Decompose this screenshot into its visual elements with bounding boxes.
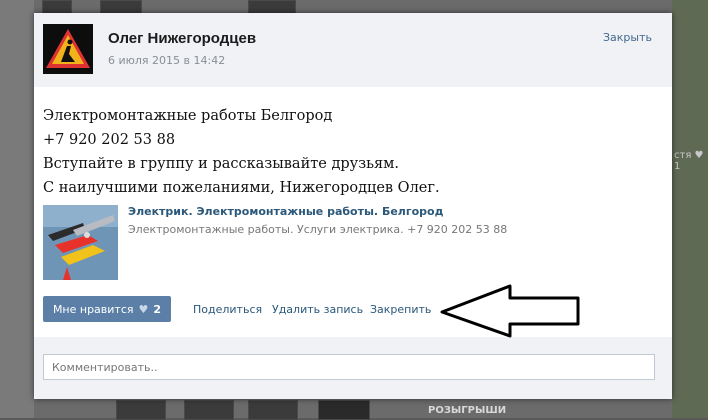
background-thumbnail [184, 400, 234, 420]
background-thumbnail [248, 0, 296, 14]
background-thumbnail [318, 400, 370, 420]
like-button[interactable]: Мне нравится ♥ 2 [43, 296, 171, 322]
like-count: 2 [153, 302, 162, 316]
post-modal: Олег Нижегородцев 6 июля 2015 в 14:42 За… [34, 13, 672, 399]
close-button[interactable]: Закрыть [603, 31, 652, 44]
post-text-line: Электромонтажные работы Белгород [43, 108, 333, 124]
post-author-name[interactable]: Олег Нижегородцев [108, 30, 256, 47]
attachment-title-link[interactable]: Электрик. Электромонтажные работы. Белго… [128, 205, 443, 218]
pliers-icon [43, 205, 118, 280]
post-header: Олег Нижегородцев 6 июля 2015 в 14:42 За… [34, 13, 672, 87]
post-text-line: +7 920 202 53 88 [43, 132, 176, 148]
attachment-thumbnail[interactable] [43, 205, 118, 280]
background-left-column [0, 0, 34, 418]
comment-area [34, 337, 672, 399]
background-thumbnail [42, 0, 72, 14]
attachment-description: Электромонтажные работы. Услуги электрик… [128, 223, 508, 236]
background-thumbnail [100, 0, 142, 14]
background-thumbnail [248, 400, 298, 420]
comment-input[interactable] [43, 354, 655, 380]
share-link[interactable]: Поделиться [193, 303, 262, 316]
post-text: Электромонтажные работы Белгород +7 920 … [43, 104, 643, 200]
left-arrow-annotation [440, 284, 580, 338]
background-right-column [672, 0, 708, 418]
link-attachment: Электрик. Электромонтажные работы. Белго… [43, 205, 603, 280]
background-thumbnail [116, 400, 166, 420]
warning-avatar-icon [43, 24, 93, 74]
avatar[interactable] [43, 24, 93, 74]
post-text-line: С наилучшими пожеланиями, Нижегородцев О… [43, 180, 440, 196]
pin-post-link[interactable]: Закрепить [370, 303, 431, 316]
post-date[interactable]: 6 июля 2015 в 14:42 [108, 54, 225, 67]
post-text-line: Вступайте в группу и рассказывайте друзь… [43, 156, 400, 172]
heart-icon: ♥ [138, 302, 149, 316]
background-partial-text: стя ♥ 1 [674, 150, 704, 172]
background-partial-text: РОЗЫГРЫШИ [428, 405, 507, 416]
like-label: Мне нравится [52, 302, 134, 316]
delete-post-link[interactable]: Удалить запись [272, 303, 363, 316]
